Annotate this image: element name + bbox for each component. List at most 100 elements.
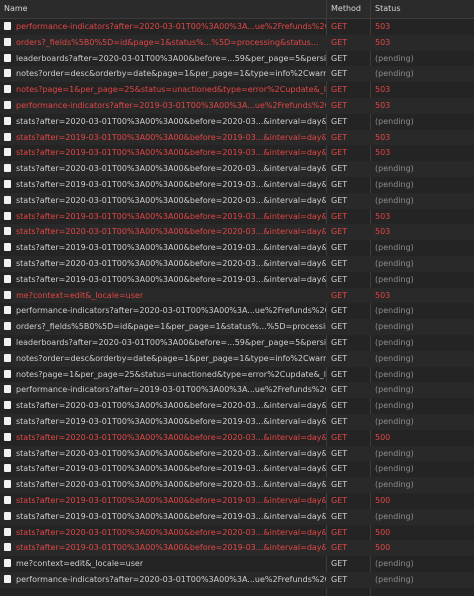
request-status: 503	[375, 132, 391, 142]
document-icon	[4, 495, 11, 504]
table-row[interactable]: orders?_fields%5B0%5D=id&page=1&per_page…	[0, 319, 474, 335]
request-status: 503	[375, 290, 391, 300]
table-row[interactable]: stats?after=2020-03-01T00%3A00%3A00&befo…	[0, 192, 474, 209]
table-row[interactable]: performance-indicators?after=2020-03-01T…	[0, 303, 474, 319]
table-row[interactable]: performance-indicators?after=2019-03-01T…	[0, 97, 474, 114]
document-icon	[4, 369, 11, 378]
table-row[interactable]: stats?after=2019-03-01T00%3A00%3A00&befo…	[0, 240, 474, 256]
column-header-method[interactable]: Method	[327, 0, 370, 18]
table-row[interactable]: stats?after=2020-03-01T00%3A00%3A00&befo…	[0, 445, 474, 462]
table-row[interactable]: stats?after=2020-03-01T00%3A00%3A00&befo…	[0, 224, 474, 241]
request-status: (pending)	[375, 69, 414, 79]
table-row[interactable]: stats?after=2019-03-01T00%3A00%3A00&befo…	[0, 209, 474, 225]
request-name-cell: stats?after=2020-03-01T00%3A00%3A00&befo…	[0, 446, 326, 462]
request-method: GET	[331, 401, 348, 411]
request-method: GET	[331, 543, 348, 553]
request-name: stats?after=2019-03-01T00%3A00%3A00&befo…	[16, 464, 326, 474]
request-method: GET	[331, 385, 348, 395]
column-header-name[interactable]: Name	[0, 0, 326, 18]
document-icon	[4, 543, 11, 552]
document-icon	[4, 243, 11, 252]
request-name-cell: me?context=edit&_locale=user	[0, 288, 326, 304]
table-row[interactable]: me?context=edit&_locale=user GET 503	[0, 287, 474, 304]
table-row[interactable]: performance-indicators?after=2019-03-01T…	[0, 382, 474, 399]
table-row[interactable]: stats?after=2020-03-01T00%3A00%3A00&befo…	[0, 114, 474, 130]
request-name-cell: stats?after=2019-03-01T00%3A00%3A00&befo…	[0, 177, 326, 193]
table-row[interactable]: stats?after=2019-03-01T00%3A00%3A00&befo…	[0, 413, 474, 430]
document-icon	[4, 164, 11, 173]
request-method: GET	[331, 480, 348, 490]
table-row[interactable]: stats?after=2019-03-01T00%3A00%3A00&befo…	[0, 540, 474, 557]
request-name-cell: notes?page=1&per_page=25&status=unaction…	[0, 367, 326, 383]
document-icon	[4, 148, 11, 157]
column-header-status[interactable]: Status	[371, 0, 474, 18]
request-name-cell: performance-indicators?after=2020-03-01T…	[0, 19, 326, 35]
request-status: (pending)	[375, 274, 414, 284]
request-name-cell: stats?after=2020-03-01T00%3A00%3A00&befo…	[0, 193, 326, 209]
request-status: (pending)	[375, 401, 414, 411]
table-row[interactable]: stats?after=2019-03-01T00%3A00%3A00&befo…	[0, 461, 474, 477]
table-row[interactable]: notes?order=desc&orderby=date&page=1&per…	[0, 350, 474, 367]
request-method: GET	[331, 527, 348, 537]
table-row[interactable]: stats?after=2020-03-01T00%3A00%3A00&befo…	[0, 255, 474, 272]
request-method: GET	[331, 495, 348, 505]
table-row[interactable]: stats?after=2020-03-01T00%3A00%3A00&befo…	[0, 161, 474, 177]
document-icon	[4, 85, 11, 94]
request-status: 503	[375, 37, 391, 47]
table-row[interactable]: stats?after=2020-03-01T00%3A00%3A00&befo…	[0, 430, 474, 446]
table-row[interactable]: stats?after=2019-03-01T00%3A00%3A00&befo…	[0, 177, 474, 193]
table-row[interactable]: performance-indicators?after=2020-03-01T…	[0, 19, 474, 35]
document-icon	[4, 353, 11, 362]
request-status: 500	[375, 527, 391, 537]
table-row[interactable]: stats?after=2019-03-01T00%3A00%3A00&befo…	[0, 493, 474, 509]
request-name-cell: stats?after=2019-03-01T00%3A00%3A00&befo…	[0, 145, 326, 161]
request-method: GET	[331, 448, 348, 458]
table-row[interactable]: stats?after=2020-03-01T00%3A00%3A00&befo…	[0, 398, 474, 414]
table-row[interactable]: stats?after=2019-03-01T00%3A00%3A00&befo…	[0, 145, 474, 161]
request-method: GET	[331, 132, 348, 142]
request-method: GET	[331, 258, 348, 268]
request-name: stats?after=2019-03-01T00%3A00%3A00&befo…	[16, 274, 326, 284]
request-status: 503	[375, 85, 391, 95]
table-row[interactable]: me?context=edit&_locale=user GET (pending)	[0, 556, 474, 572]
request-status: (pending)	[375, 322, 414, 332]
request-status: (pending)	[375, 448, 414, 458]
request-status: (pending)	[375, 464, 414, 474]
request-name-cell: stats?after=2020-03-01T00%3A00%3A00&befo…	[0, 256, 326, 272]
table-row[interactable]: stats?after=2019-03-01T00%3A00%3A00&befo…	[0, 508, 474, 525]
table-row[interactable]: leaderboards?after=2020-03-01T00%3A00&be…	[0, 335, 474, 351]
document-icon	[4, 432, 11, 441]
request-method: GET	[331, 164, 348, 174]
document-icon	[4, 574, 11, 583]
request-name: stats?after=2020-03-01T00%3A00%3A00&befo…	[16, 258, 326, 268]
request-name-cell: stats?after=2019-03-01T00%3A00%3A00&befo…	[0, 272, 326, 288]
table-row[interactable]: notes?page=1&per_page=25&status=unaction…	[0, 367, 474, 383]
request-name-cell: stats?after=2020-03-01T00%3A00%3A00&befo…	[0, 114, 326, 130]
request-name-cell: stats?after=2019-03-01T00%3A00%3A00&befo…	[0, 209, 326, 225]
request-name: performance-indicators?after=2019-03-01T…	[16, 385, 326, 395]
table-row[interactable]: stats?after=2019-03-01T00%3A00%3A00&befo…	[0, 129, 474, 146]
request-name: stats?after=2020-03-01T00%3A00%3A00&befo…	[16, 164, 326, 174]
request-method: GET	[331, 290, 348, 300]
table-row[interactable]: notes?page=1&per_page=25&status=unaction…	[0, 82, 474, 98]
request-status: 503	[375, 211, 391, 221]
request-status: (pending)	[375, 480, 414, 490]
request-status: (pending)	[375, 53, 414, 63]
table-row[interactable]: leaderboards?after=2020-03-01T00%3A00&be…	[0, 51, 474, 67]
table-row[interactable]: stats?after=2020-03-01T00%3A00%3A00&befo…	[0, 477, 474, 493]
request-name-cell: performance-indicators?after=2020-03-01T…	[0, 572, 326, 588]
table-row[interactable]: notes?order=desc&orderby=date&page=1&per…	[0, 66, 474, 83]
table-row[interactable]: orders?_fields%5B0%5D=id&page=1&status%.…	[0, 34, 474, 51]
document-icon	[4, 511, 11, 520]
request-status: (pending)	[375, 306, 414, 316]
request-name: notes?page=1&per_page=25&status=unaction…	[16, 85, 326, 95]
table-row[interactable]: performance-indicators?after=2020-03-01T…	[0, 571, 474, 588]
request-name-cell: me?context=edit&_locale=user	[0, 556, 326, 572]
document-icon	[4, 22, 11, 30]
request-method: GET	[331, 511, 348, 521]
request-status: (pending)	[375, 511, 414, 521]
table-row[interactable]: stats?after=2020-03-01T00%3A00%3A00&befo…	[0, 525, 474, 541]
request-name: performance-indicators?after=2020-03-01T…	[16, 306, 326, 316]
request-method: GET	[331, 464, 348, 474]
table-row[interactable]: stats?after=2019-03-01T00%3A00%3A00&befo…	[0, 272, 474, 288]
